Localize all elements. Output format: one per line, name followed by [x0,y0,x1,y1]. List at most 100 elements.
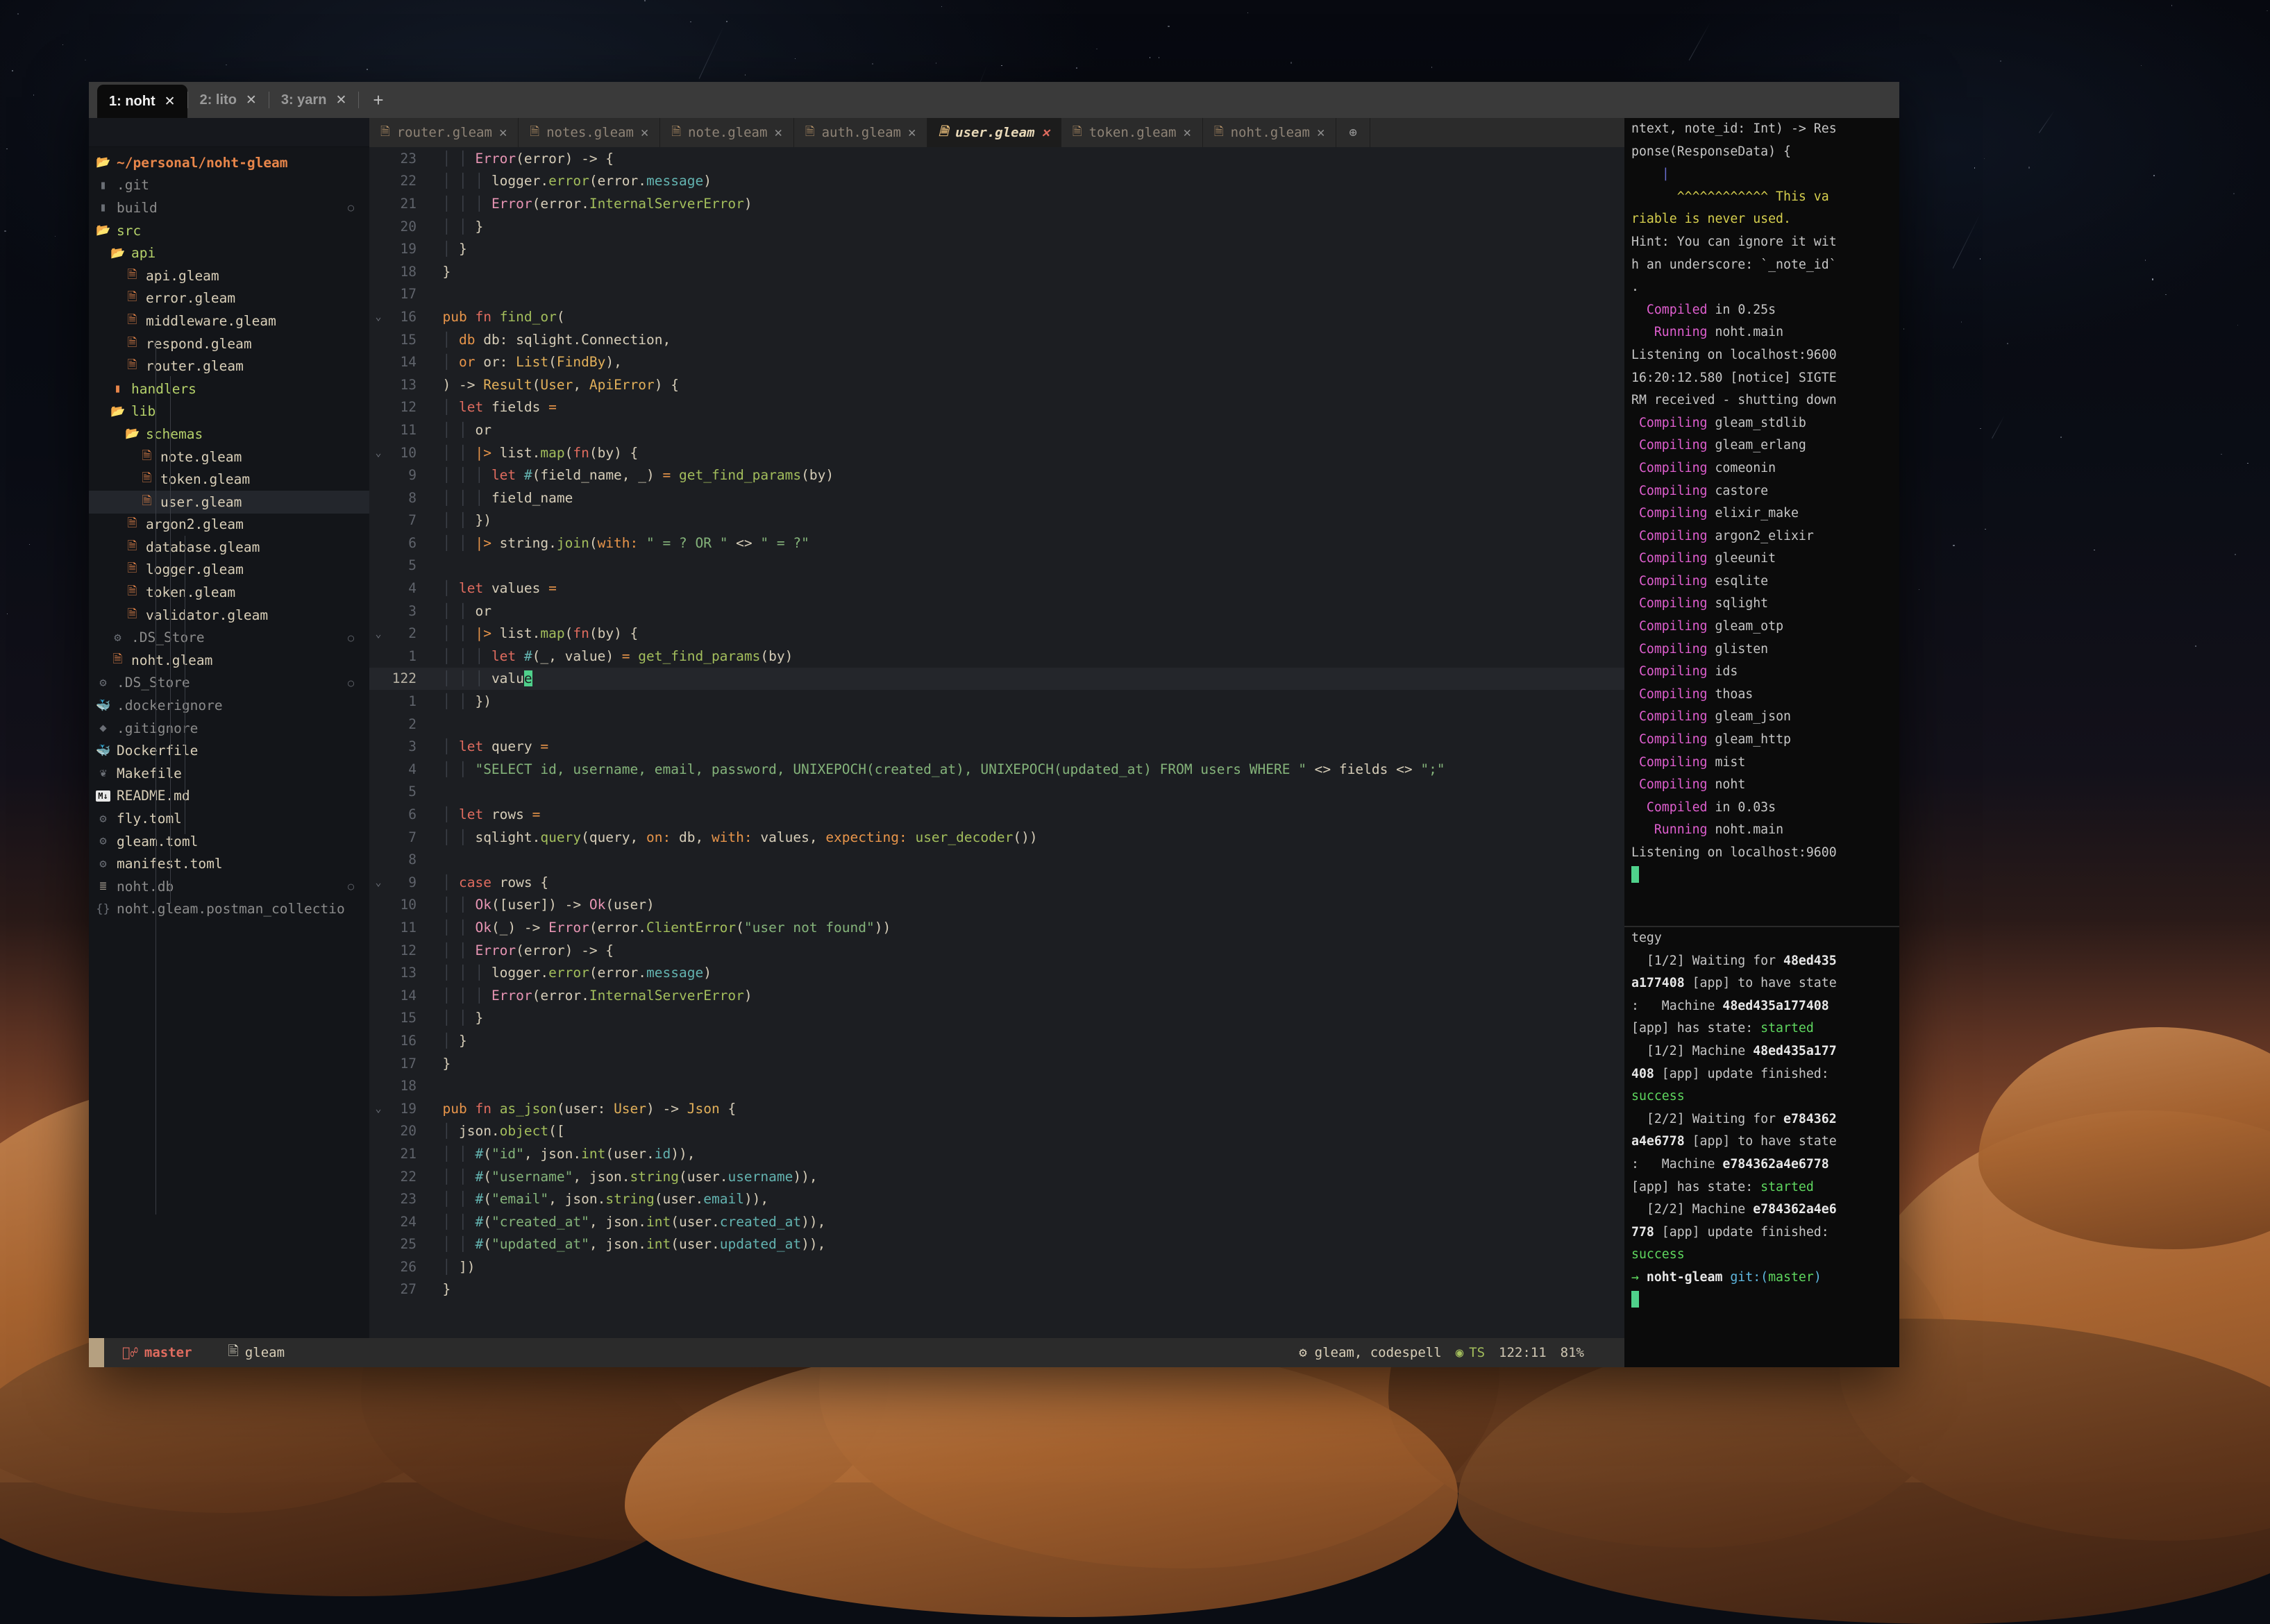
code-line[interactable]: 11 │ │ or [369,418,1624,441]
close-icon[interactable]: ✕ [1041,125,1049,140]
file-tree-item[interactable]: 🗎api.gleam [89,264,369,287]
file-tree-item[interactable]: 🗎user.gleam [89,491,369,514]
code-line[interactable]: 18 [369,1074,1624,1097]
file-tree-item[interactable]: ⚙.DS_Store○ [89,672,369,695]
file-tree-item[interactable]: 📂src [89,219,369,242]
file-tree-item[interactable]: 🗎validator.gleam [89,604,369,627]
code-line[interactable]: 3 │ let query = [369,735,1624,758]
file-tree-item[interactable]: 🗎error.gleam [89,287,369,310]
code-line[interactable]: 5 [369,555,1624,577]
code-line[interactable]: 23 │ │ #("email", json.string(user.email… [369,1187,1624,1210]
close-icon[interactable]: ✕ [774,125,782,140]
code-line[interactable]: 17 } [369,1052,1624,1075]
close-icon[interactable]: ✕ [165,94,176,110]
code-line[interactable]: 15 │ │ } [369,1007,1624,1030]
code-line[interactable]: 13 ) -> Result(User, ApiError) { [369,373,1624,396]
code-line[interactable]: 22 │ │ │ logger.error(error.message) [369,170,1624,193]
editor-tab-auth-gleam[interactable]: 🗎auth.gleam✕ [794,118,928,147]
file-tree-item[interactable]: 🗎router.gleam [89,355,369,378]
file-tree-item[interactable]: ◆.gitignore [89,717,369,740]
fold-toggle-icon[interactable]: ⌄ [369,1102,387,1115]
code-line[interactable]: 21 │ │ #("id", json.int(user.id)), [369,1142,1624,1165]
close-icon[interactable]: ✕ [246,92,257,108]
terminal-pane-bottom[interactable]: tegy [1/2] Waiting for 48ed435a177408 [a… [1624,927,1899,1367]
code-line[interactable]: 14 │ │ │ Error(error.InternalServerError… [369,984,1624,1007]
code-line[interactable]: 20 │ json.object([ [369,1120,1624,1143]
code-line[interactable]: 21 │ │ │ Error(error.InternalServerError… [369,192,1624,215]
code-line[interactable]: 6 │ │ |> string.join(with: " = ? OR " <>… [369,532,1624,555]
file-tree-root[interactable]: 📂~/personal/noht-gleam [89,151,369,174]
code-line[interactable]: 5 [369,781,1624,804]
file-tree-item[interactable]: ⚙.DS_Store○ [89,626,369,649]
close-icon[interactable]: ✕ [499,125,507,140]
terminal-panel[interactable]: ntext, note_id: Int) -> Response(Respons… [1624,118,1899,1367]
code-line[interactable]: 2 [369,713,1624,736]
code-line[interactable]: 9 │ │ │ let #(field_name, _) = get_find_… [369,464,1624,487]
code-line[interactable]: 4 │ let values = [369,577,1624,600]
code-line[interactable]: 7 │ │ }) [369,509,1624,532]
code-line[interactable]: 12 │ │ Error(error) -> { [369,939,1624,962]
code-line[interactable]: 18 } [369,260,1624,283]
tab-overflow-icon[interactable]: ⊕ [1336,118,1370,147]
code-line[interactable]: 11 │ │ Ok(_) -> Error(error.ClientError(… [369,916,1624,939]
code-line[interactable]: 16 │ } [369,1029,1624,1052]
terminal-tab-1[interactable]: 2: lito✕ [188,82,269,118]
code-line[interactable]: 122 │ │ │ value [369,668,1624,691]
fold-toggle-icon[interactable]: ⌄ [369,446,387,459]
file-tree-item[interactable]: 📂api [89,242,369,264]
file-tree-item[interactable]: 📂schemas [89,423,369,446]
code-editor[interactable]: 23 │ │ Error(error) -> {22 │ │ │ logger.… [369,147,1624,1338]
code-line[interactable]: 4 │ │ "SELECT id, username, email, passw… [369,758,1624,781]
fold-toggle-icon[interactable]: ⌄ [369,627,387,640]
code-line[interactable]: 20 │ │ } [369,215,1624,238]
code-line[interactable]: 23 │ │ Error(error) -> { [369,147,1624,170]
code-line[interactable]: 3 │ │ or [369,600,1624,623]
fold-toggle-icon[interactable]: ⌄ [369,876,387,888]
close-icon[interactable]: ✕ [641,125,648,140]
editor-tab-noht-gleam[interactable]: 🗎noht.gleam✕ [1203,118,1337,147]
editor-tab-notes-gleam[interactable]: 🗎notes.gleam✕ [519,118,660,147]
code-line[interactable]: ⌄10 │ │ |> list.map(fn(by) { [369,441,1624,464]
file-tree-item[interactable]: 🗎noht.gleam [89,649,369,672]
code-line[interactable]: 1 │ │ │ let #(_, value) = get_find_param… [369,645,1624,668]
file-tree-item[interactable]: ⚙fly.toml [89,807,369,830]
code-line[interactable]: 24 │ │ #("created_at", json.int(user.cre… [369,1210,1624,1233]
file-tree-item[interactable]: 🗎token.gleam [89,468,369,491]
code-line[interactable]: 8 [369,848,1624,871]
git-branch[interactable]: ☍ master [122,1345,192,1360]
editor-tab-router-gleam[interactable]: 🗎router.gleam✕ [369,118,519,147]
file-tree-item[interactable]: 🗎middleware.gleam [89,310,369,332]
file-tree-item[interactable]: ▮.git [89,174,369,197]
code-line[interactable]: 13 │ │ │ logger.error(error.message) [369,961,1624,984]
code-line[interactable]: ⌄2 │ │ |> list.map(fn(by) { [369,622,1624,645]
code-line[interactable]: 7 │ │ sqlight.query(query, on: db, with:… [369,826,1624,849]
code-line[interactable]: 10 │ │ Ok([user]) -> Ok(user) [369,894,1624,917]
code-line[interactable]: 6 │ let rows = [369,803,1624,826]
file-tree-item[interactable]: 🗎token.gleam [89,581,369,604]
file-tree-item[interactable]: ▮build○ [89,196,369,219]
code-line[interactable]: 14 │ or or: List(FindBy), [369,350,1624,373]
code-line[interactable]: 17 [369,283,1624,306]
close-icon[interactable]: ✕ [335,92,346,108]
code-line[interactable]: 25 │ │ #("updated_at", json.int(user.upd… [369,1233,1624,1256]
fold-toggle-icon[interactable]: ⌄ [369,310,387,323]
file-tree-item[interactable]: ❦Makefile [89,762,369,785]
file-tree-item[interactable]: 📂lib [89,400,369,423]
file-tree-item[interactable]: 🗎logger.gleam [89,559,369,582]
file-tree-item[interactable]: 🗎database.gleam [89,536,369,559]
file-tree-item[interactable]: {}noht.gleam.postman_collectio [89,898,369,921]
file-tree-item[interactable]: 🗎note.gleam [89,446,369,468]
code-line[interactable]: ⌄16 pub fn find_or( [369,305,1624,328]
code-line[interactable]: 26 │ ]) [369,1255,1624,1278]
new-tab-button[interactable]: + [359,82,397,118]
file-tree[interactable]: 📂~/personal/noht-gleam▮.git▮build○📂src📂a… [89,147,369,1338]
code-line[interactable]: 19 │ } [369,237,1624,260]
editor-tab-token-gleam[interactable]: 🗎token.gleam✕ [1061,118,1203,147]
terminal-tab-2[interactable]: 3: yarn✕ [269,82,359,118]
code-line[interactable]: ⌄9 │ case rows { [369,871,1624,894]
code-line[interactable]: 8 │ │ │ field_name [369,487,1624,509]
code-line[interactable]: 1 │ │ }) [369,690,1624,713]
file-tree-item[interactable]: 🗎argon2.gleam [89,514,369,536]
code-line[interactable]: 22 │ │ #("username", json.string(user.us… [369,1165,1624,1188]
close-icon[interactable]: ✕ [908,125,916,140]
